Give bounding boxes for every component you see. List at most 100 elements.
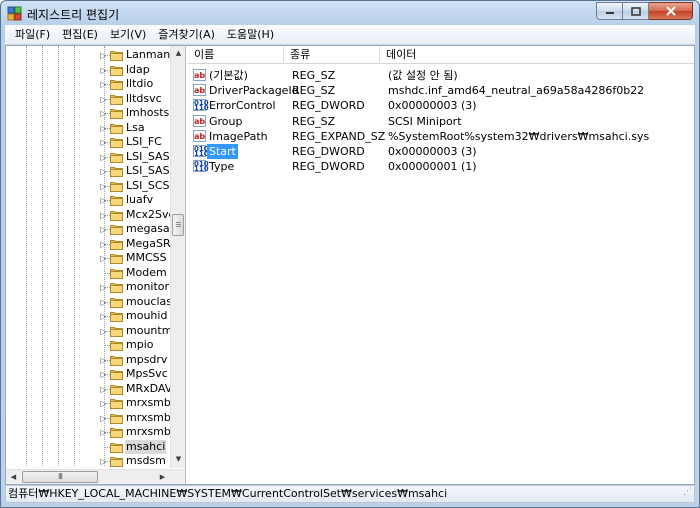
tree-item[interactable]: ▷ mpsdrv: [6, 353, 170, 368]
tree-item[interactable]: ▷ megasas: [6, 222, 175, 237]
expand-arrow-icon[interactable]: ▷: [99, 385, 108, 394]
tree-item[interactable]: ▷ LanmanWo: [6, 48, 185, 63]
tree-item[interactable]: ▷ lmhosts: [6, 106, 170, 121]
value-row[interactable]: 010 110 ErrorControl REG_DWORD 0x00000003 (3…: [188, 98, 694, 113]
expand-arrow-icon[interactable]: ▷: [99, 428, 108, 437]
tree-item-label: Mcx2Svc: [126, 207, 175, 221]
tree-item[interactable]: ▷ MpsSvc: [6, 367, 170, 382]
value-row[interactable]: ab ImagePath REG_EXPAND_SZ %SystemRoot%syst…: [188, 129, 694, 144]
tree-item[interactable]: ▷ mouhid: [6, 309, 170, 324]
expand-arrow-icon[interactable]: ▷: [99, 225, 108, 234]
expand-arrow-icon[interactable]: ▷: [99, 51, 108, 60]
tree-item[interactable]: msahci: [6, 439, 170, 455]
tree-item[interactable]: ▷ luafv: [6, 193, 170, 208]
scroll-thumb[interactable]: [172, 214, 184, 236]
expand-arrow-icon[interactable]: ▷: [99, 182, 108, 191]
minimize-button[interactable]: [596, 2, 623, 20]
close-icon: [665, 6, 676, 16]
expand-arrow-icon[interactable]: ▷: [99, 283, 108, 292]
folder-icon: [110, 107, 123, 119]
tree-item[interactable]: ▷ ldap: [6, 63, 170, 78]
expand-arrow-icon[interactable]: ▷: [99, 124, 108, 133]
tree-item[interactable]: ▷ LSI_SCSI: [6, 179, 173, 194]
expand-arrow-icon[interactable]: ▷: [99, 254, 108, 263]
expand-arrow-icon[interactable]: ▷: [99, 66, 108, 75]
tree-item[interactable]: ▷ lltdio: [6, 77, 170, 92]
binary-value-icon: 010 110: [193, 160, 209, 174]
tree-item[interactable]: ▷ LSI_FC: [6, 135, 170, 150]
expand-arrow-icon[interactable]: ▷: [99, 138, 108, 147]
binary-value-icon: 010 110: [193, 145, 209, 158]
column-header-data[interactable]: 데이터: [380, 46, 694, 64]
folder-icon: [110, 93, 123, 105]
menu-favorites[interactable]: 즐겨찾기(A): [152, 26, 221, 44]
expand-arrow-icon[interactable]: ▷: [99, 370, 108, 379]
folder-icon: [110, 136, 123, 148]
tree-item[interactable]: ▷ LSI_SAS: [6, 150, 170, 165]
tree-item[interactable]: Modem: [6, 266, 170, 281]
menu-edit[interactable]: 편집(E): [56, 26, 104, 44]
value-row[interactable]: ab Group REG_SZ SCSI Miniport: [188, 114, 694, 129]
tree-item[interactable]: ▷ msdsm: [6, 454, 170, 469]
menu-view[interactable]: 보기(V): [104, 26, 152, 44]
tree-horizontal-scrollbar[interactable]: ◀ III ▶: [6, 469, 185, 484]
expand-arrow-icon[interactable]: ▷: [99, 298, 108, 307]
value-row[interactable]: ab DriverPackageId REG_SZ mshdc.inf_amd64_n…: [188, 83, 694, 98]
value-row[interactable]: ab (기본값) REG_SZ (값 설정 안 됨): [188, 68, 694, 83]
expand-arrow-icon[interactable]: ▷: [99, 356, 108, 365]
scroll-left-arrow-icon[interactable]: ◀: [6, 470, 21, 484]
tree-item[interactable]: ▷ lltdsvc: [6, 92, 170, 107]
menu-file[interactable]: 파일(F): [9, 26, 56, 44]
expand-arrow-icon[interactable]: ▷: [99, 211, 108, 220]
values-list-pane[interactable]: 이름 종류 데이터 ab (기본값) REG_SZ (값 설정 안 됨) ab Drive…: [188, 46, 694, 484]
folder-icon: [110, 238, 123, 250]
caption-buttons: [596, 2, 693, 20]
tree-item[interactable]: ▷ MegaSR: [6, 237, 171, 252]
expand-arrow-icon[interactable]: ▷: [99, 312, 108, 321]
expand-arrow-icon[interactable]: ▷: [99, 80, 108, 89]
tree-item-label: LSI_SCSI: [126, 178, 173, 192]
scroll-right-arrow-icon[interactable]: ▶: [155, 470, 170, 484]
column-header-name[interactable]: 이름: [188, 46, 284, 64]
tree-item[interactable]: ▷ Lsa: [6, 121, 170, 136]
menu-help[interactable]: 도움말(H): [221, 26, 280, 44]
expand-arrow-icon[interactable]: ▷: [99, 327, 108, 336]
tree-item[interactable]: ▷ MMCSS: [6, 251, 170, 266]
tree-item[interactable]: ▷ monitor: [6, 280, 170, 295]
tree-item[interactable]: ▷ mrxsmb: [6, 396, 171, 411]
expand-arrow-icon[interactable]: ▷: [99, 240, 108, 249]
folder-icon: [110, 122, 123, 134]
tree-item[interactable]: ▷ mouclass: [6, 295, 178, 310]
expand-arrow-icon[interactable]: ▷: [99, 196, 108, 205]
folder-icon: [110, 78, 123, 90]
hscroll-thumb[interactable]: III: [22, 471, 98, 483]
tree-item[interactable]: ▷ Mcx2Svc: [6, 208, 175, 223]
tree-vertical-scrollbar[interactable]: ▲ ▼: [170, 46, 185, 468]
expand-arrow-icon[interactable]: ▷: [99, 399, 108, 408]
expand-arrow-icon[interactable]: ▷: [99, 414, 108, 423]
tree-item[interactable]: mpio: [6, 338, 170, 353]
expand-arrow-icon[interactable]: ▷: [99, 153, 108, 162]
maximize-button[interactable]: [623, 2, 649, 20]
tree-item[interactable]: ▷ mrxsmb20: [6, 425, 185, 440]
value-name: (기본값): [209, 69, 248, 82]
folder-icon: [110, 354, 123, 366]
expand-arrow-icon[interactable]: ▷: [99, 457, 108, 466]
column-header-type[interactable]: 종류: [284, 46, 380, 64]
resize-grip-icon[interactable]: ⋰: [683, 484, 692, 500]
expand-arrow-icon[interactable]: ▷: [99, 109, 108, 118]
scroll-up-arrow-icon[interactable]: ▲: [171, 46, 185, 61]
tree-item[interactable]: ▷ mountmgr: [6, 324, 184, 339]
scroll-down-arrow-icon[interactable]: ▼: [171, 452, 185, 467]
close-button[interactable]: [649, 2, 693, 20]
key-tree-pane[interactable]: ▷ LanmanWo ▷ ldap ▷ lltdio ▷ lltdsvc ▷ lmhosts ▷ Ls…: [6, 46, 186, 484]
folder-icon: [110, 455, 123, 467]
title-bar[interactable]: 레지스트리 편집기: [1, 1, 699, 25]
expand-arrow-icon[interactable]: ▷: [99, 167, 108, 176]
expand-arrow-icon[interactable]: ▷: [99, 95, 108, 104]
value-row[interactable]: 010 110 Type REG_DWORD 0x00000001 (1): [188, 159, 694, 174]
tree-item[interactable]: ▷ mrxsmb10: [6, 411, 185, 426]
tree-item[interactable]: ▷ MRxDAV: [6, 382, 172, 397]
tree-item[interactable]: ▷ LSI_SAS2: [6, 164, 177, 179]
value-row[interactable]: 010 110 Start REG_DWORD 0x00000003 (3): [188, 144, 694, 159]
